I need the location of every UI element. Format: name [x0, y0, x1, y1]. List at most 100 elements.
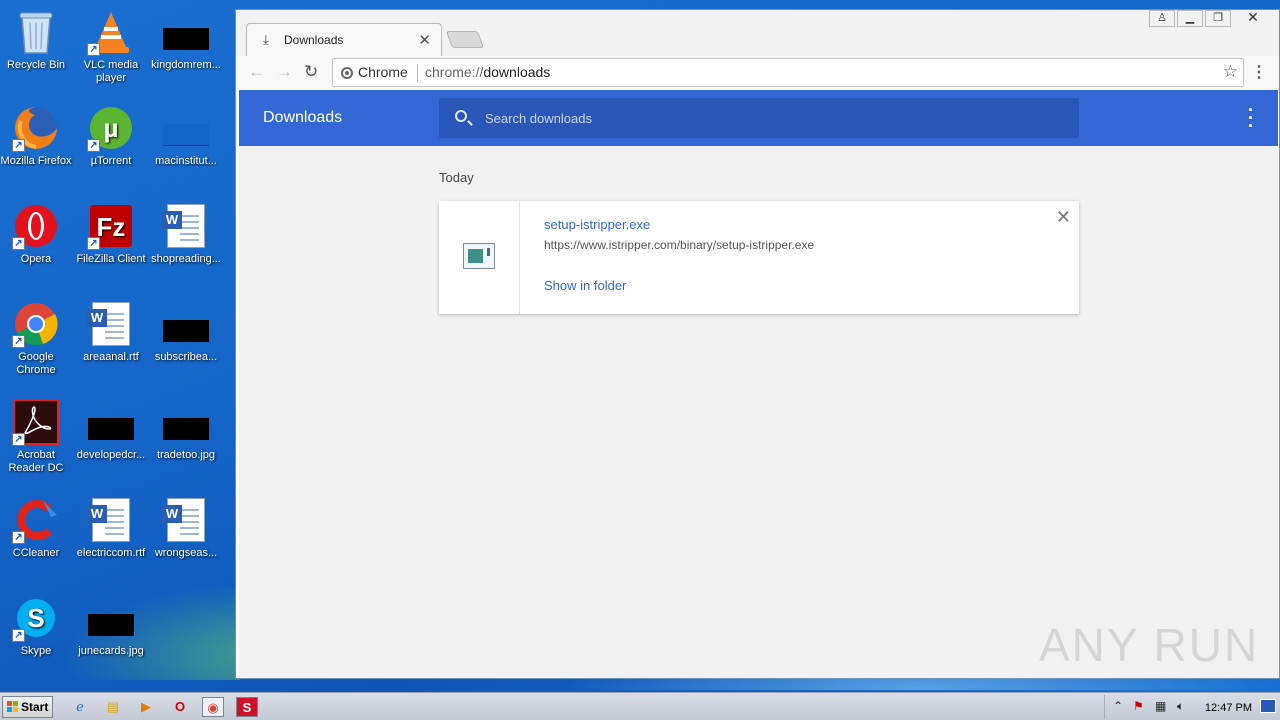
utorrent-icon: µ ↗	[87, 104, 135, 152]
download-file-name-link[interactable]: setup-istripper.exe	[544, 217, 650, 232]
desktop-icon-chrome[interactable]: ↗ Google Chrome	[0, 300, 75, 377]
opera-taskbar-icon[interactable]: O	[169, 697, 191, 717]
desktop-icon-opera[interactable]: ↗ Opera	[0, 202, 75, 266]
shortcut-arrow-icon: ↗	[87, 43, 100, 56]
svg-text:Fz: Fz	[97, 212, 126, 242]
start-button[interactable]: Start	[2, 696, 53, 718]
desktop-icon-label: µTorrent	[90, 155, 132, 167]
volume-icon[interactable]: 🔈︎	[1177, 699, 1184, 714]
desktop-icon-junecards[interactable]: junecards.jpg	[72, 594, 150, 658]
desktop-icon-ccleaner[interactable]: ↗ CCleaner	[0, 496, 75, 560]
desktop-icon-label: developedcr...	[76, 449, 146, 461]
image-file-icon	[87, 594, 135, 642]
recycle-bin-icon	[12, 8, 60, 56]
more-actions-icon[interactable]: · · ·	[1248, 101, 1254, 135]
omnibox-separator	[417, 64, 418, 82]
desktop-icon-label: shopreading...	[151, 253, 221, 265]
action-center-icon[interactable]: ⚑	[1133, 699, 1144, 713]
desktop-icon-kingdomrem[interactable]: kingdomrem...	[147, 8, 225, 72]
show-hidden-icons-icon[interactable]: ⌃	[1113, 699, 1123, 713]
file-explorer-icon[interactable]: ▤	[102, 697, 124, 717]
url-scheme: chrome://	[425, 64, 484, 80]
download-source-url: https://www.istripper.com/binary/setup-i…	[544, 238, 815, 252]
image-file-icon	[162, 8, 210, 56]
desktop-icon-label: Google Chrome	[16, 351, 56, 376]
remove-download-icon[interactable]: ✕	[1056, 207, 1071, 228]
desktop-icon-label: CCleaner	[12, 547, 60, 559]
shortcut-arrow-icon: ↗	[12, 629, 25, 642]
desktop-icon-filezilla[interactable]: Fz ↗ FileZilla Client	[72, 202, 150, 266]
desktop-icon-shopreading[interactable]: W shopreading...	[147, 202, 225, 266]
desktop-icon-macinstitut[interactable]: macinstitut...	[147, 104, 225, 168]
image-file-icon	[162, 398, 210, 446]
date-section-label: Today	[439, 170, 474, 185]
desktop-icon-label: wrongseas...	[154, 547, 218, 559]
anyrun-watermark: ANY RUN	[1039, 619, 1260, 671]
title-bar: ⤓ Downloads ✕ ♙ ▁ ❐ ✕	[236, 10, 1279, 56]
media-player-icon[interactable]: ▶	[135, 697, 157, 717]
downloads-page: Downloads ··· Today setup-istripper.exe …	[239, 90, 1278, 678]
bookmark-star-icon[interactable]: ☆	[1223, 62, 1238, 82]
profile-icon[interactable]: ♙	[1149, 10, 1175, 27]
desktop-icon-label: Acrobat Reader DC	[8, 449, 64, 474]
word-document-icon: W	[162, 202, 210, 250]
new-tab-button[interactable]	[445, 31, 485, 48]
shortcut-arrow-icon: ↗	[12, 433, 25, 446]
close-window-button[interactable]: ✕	[1233, 10, 1273, 27]
reload-button[interactable]: ↻	[304, 62, 318, 82]
shortcut-arrow-icon: ↗	[12, 139, 25, 152]
show-desktop-button[interactable]	[1260, 699, 1276, 713]
desktop-icon-label: Mozilla Firefox	[0, 155, 72, 167]
image-file-icon	[87, 398, 135, 446]
desktop-icon-areaanal[interactable]: W areaanal.rtf	[72, 300, 150, 364]
image-file-icon	[162, 300, 210, 348]
desktop-icon-skype[interactable]: S ↗ Skype	[0, 594, 75, 658]
desktop-icon-label: tradetoo.jpg	[156, 449, 216, 461]
chrome-taskbar-icon[interactable]: ◉	[202, 697, 224, 717]
opera-icon: ↗	[12, 202, 60, 250]
word-document-icon: W	[87, 496, 135, 544]
desktop-icon-vlc[interactable]: ↗ VLC media player	[72, 8, 150, 85]
clock[interactable]: 12:47 PM	[1205, 702, 1252, 714]
forward-button[interactable]: →	[276, 62, 293, 82]
desktop-icon-recycle-bin[interactable]: Recycle Bin	[0, 8, 75, 72]
istripper-taskbar-icon[interactable]: S	[236, 697, 258, 717]
skype-icon: S ↗	[12, 594, 60, 642]
desktop-icon-developedcr[interactable]: developedcr...	[72, 398, 150, 462]
desktop-icon-utorrent[interactable]: µ ↗ µTorrent	[72, 104, 150, 168]
browser-toolbar: ← → ↻ Chrome chrome://downloads ☆ ⋮	[236, 56, 1279, 90]
url-text[interactable]: chrome://downloads	[425, 64, 550, 80]
desktop-icon-acrobat[interactable]: ↗ Acrobat Reader DC	[0, 398, 75, 475]
search-box[interactable]	[439, 98, 1079, 138]
shortcut-arrow-icon: ↗	[12, 531, 25, 544]
tab-close-icon[interactable]: ✕	[418, 31, 431, 49]
desktop-icon-firefox[interactable]: ↗ Mozilla Firefox	[0, 104, 75, 168]
restore-button[interactable]: ❐	[1205, 10, 1231, 27]
desktop-icon-label: Skype	[20, 645, 52, 657]
chrome-window: ⤓ Downloads ✕ ♙ ▁ ❐ ✕ ← → ↻ Chrome chrom…	[235, 9, 1280, 679]
desktop-icon-electriccom[interactable]: W electriccom.rtf	[72, 496, 150, 560]
start-label: Start	[21, 700, 49, 714]
desktop-icon-label: kingdomrem...	[151, 59, 221, 71]
download-file-icon-area	[439, 201, 520, 314]
search-input[interactable]	[485, 108, 1045, 128]
desktop-icon-label: electriccom.rtf	[76, 547, 146, 559]
acrobat-reader-icon: ↗	[12, 398, 60, 446]
desktop-icon-tradetoo[interactable]: tradetoo.jpg	[147, 398, 225, 462]
tab-downloads[interactable]: ⤓ Downloads ✕	[246, 23, 442, 56]
desktop-icon-subscribea[interactable]: subscribea...	[147, 300, 225, 364]
chrome-icon: ↗	[12, 300, 60, 348]
network-icon[interactable]: ▦	[1155, 699, 1166, 713]
address-bar[interactable]: Chrome chrome://downloads ☆	[332, 58, 1244, 87]
show-in-folder-link[interactable]: Show in folder	[544, 278, 626, 293]
chrome-menu-icon[interactable]: ⋮	[1251, 62, 1267, 82]
site-name: Chrome	[358, 64, 408, 80]
internet-explorer-icon[interactable]: ℯ	[69, 697, 91, 717]
back-button[interactable]: ←	[248, 62, 265, 82]
windows-logo-icon	[7, 701, 19, 713]
desktop-icon-wrongseas[interactable]: W wrongseas...	[147, 496, 225, 560]
downloads-header: Downloads ···	[239, 90, 1278, 146]
vlc-icon: ↗	[87, 8, 135, 56]
filezilla-icon: Fz ↗	[87, 202, 135, 250]
minimize-button[interactable]: ▁	[1177, 10, 1203, 27]
